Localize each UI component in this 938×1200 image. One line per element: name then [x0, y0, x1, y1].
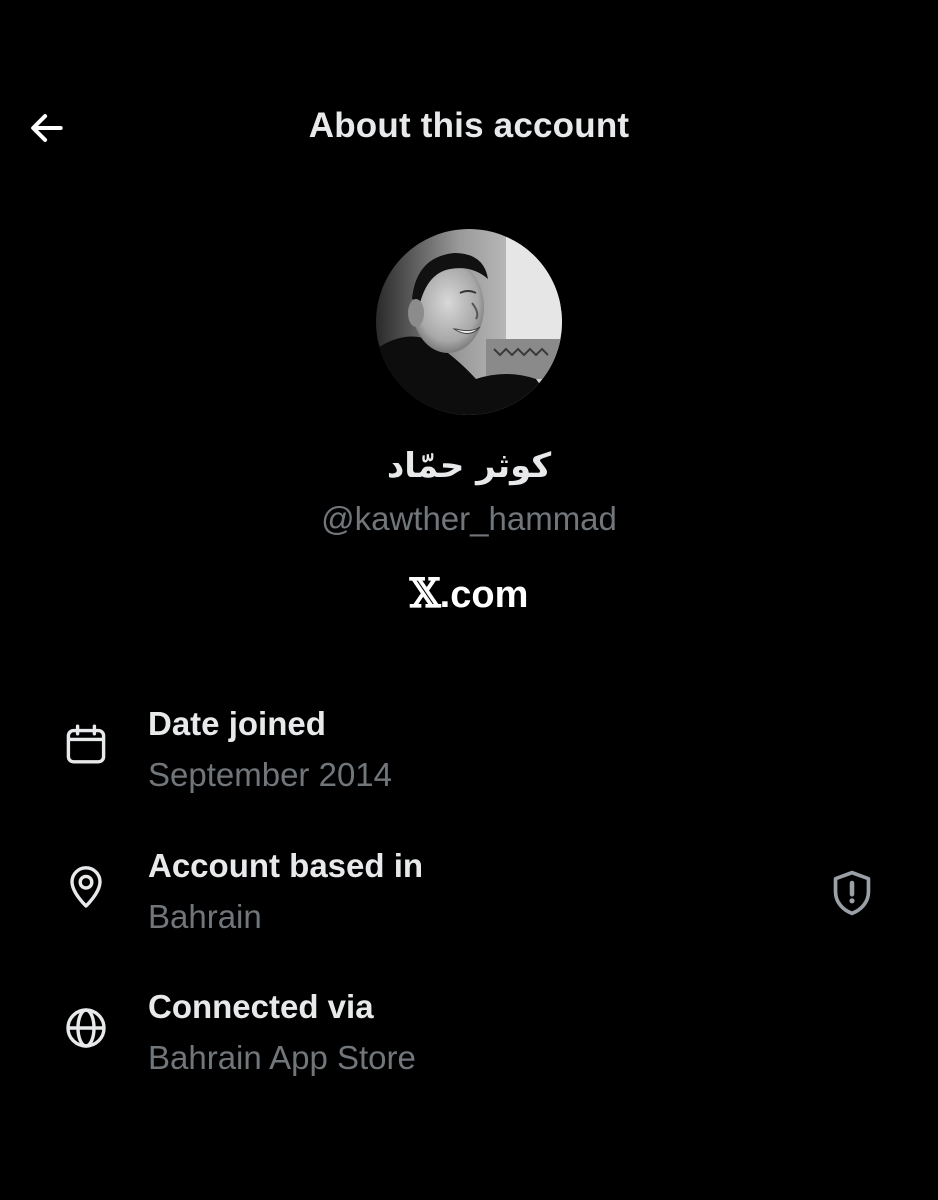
calendar-icon [66, 724, 106, 764]
page-title: About this account [308, 106, 630, 145]
top-bar: About this account [0, 82, 938, 172]
date-joined-label: Date joined [148, 705, 326, 742]
date-joined-value: September 2014 [148, 756, 393, 793]
account-based-in-label: Account based in [148, 847, 424, 884]
username-handle: @kawther_hammad [321, 500, 617, 537]
location-pin-icon [70, 866, 102, 908]
x-logo: 𝕏 [409, 570, 441, 617]
globe-icon [66, 1008, 106, 1048]
date-joined-row: Date joined September 2014 [0, 705, 938, 815]
account-based-in-value: Bahrain [148, 898, 262, 935]
display-name: كوثر حمّاد [386, 446, 552, 486]
connected-via-value: Bahrain App Store [148, 1039, 416, 1076]
shield-alert-icon[interactable] [826, 867, 878, 919]
profile-photo [376, 229, 562, 415]
account-based-in-row: Account based in Bahrain [0, 847, 938, 957]
avatar[interactable] [376, 229, 562, 415]
connected-via-row: Connected via Bahrain App Store [0, 988, 938, 1098]
connected-via-label: Connected via [148, 988, 374, 1025]
brand-domain: .com [439, 574, 529, 616]
brand-x-com: 𝕏.com [0, 570, 938, 617]
